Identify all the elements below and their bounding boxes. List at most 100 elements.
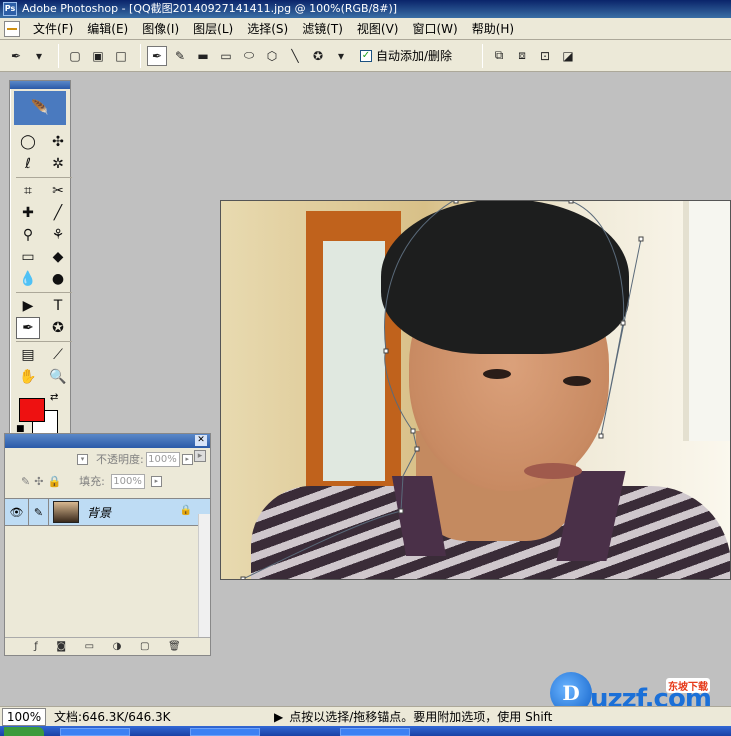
- foreground-color-swatch[interactable]: [19, 398, 45, 422]
- exclude-shape-icon[interactable]: ◪: [558, 46, 578, 66]
- palette-menu-icon[interactable]: ▸: [194, 450, 206, 462]
- layer-row-background[interactable]: 👁 ✎ 背景 🔒: [5, 498, 210, 526]
- toolbox-title-bar[interactable]: [10, 81, 70, 89]
- menu-edit[interactable]: 编辑(E): [80, 18, 135, 40]
- tool-grid: ◯ ✣ ℓ ✲ ⌗ ✂ ✚ ╱ ⚲ ⚘ ▭ ◆ 💧 ● ▶ T ✒ ✪ ▤ ⟋ ✋ 🔍: [10, 127, 72, 388]
- start-button[interactable]: [4, 727, 44, 736]
- delete-layer-icon[interactable]: 🗑: [168, 641, 181, 652]
- menu-window[interactable]: 窗口(W): [405, 18, 464, 40]
- menu-help[interactable]: 帮助(H): [465, 18, 521, 40]
- eyedropper-icon[interactable]: ⟋: [46, 344, 70, 366]
- swap-colors-icon[interactable]: ⇄: [50, 392, 58, 403]
- options-bar: ✒ ▾ ▢ ▣ □ ✒ ✎ ▬ ▭ ⬭ ⬡ ╲ ✪ ▾ ✓ 自动添加/删除 ⧉ …: [0, 40, 731, 72]
- ellipse-icon[interactable]: ⬭: [239, 46, 259, 66]
- marquee-icon[interactable]: ◯: [16, 131, 40, 153]
- new-group-icon[interactable]: ▭: [85, 641, 94, 652]
- feather-logo-icon[interactable]: 🪶: [14, 91, 66, 125]
- taskbar-item[interactable]: [190, 728, 260, 736]
- healing-icon[interactable]: ✚: [16, 202, 40, 224]
- opacity-label: 不透明度:: [96, 453, 144, 466]
- add-mask-icon[interactable]: ◙: [56, 641, 66, 652]
- tool-separator: [16, 292, 72, 293]
- menu-view[interactable]: 视图(V): [350, 18, 406, 40]
- notes-icon[interactable]: ▤: [16, 344, 40, 366]
- magic-wand-icon[interactable]: ✲: [46, 153, 70, 175]
- fill-slider-icon[interactable]: ▸: [150, 475, 162, 487]
- lock-fill-row: ✎ ✣ 🔒 填充: 100% ▸: [5, 470, 210, 492]
- visibility-eye-icon[interactable]: 👁: [5, 499, 29, 525]
- shape-dropdown-icon[interactable]: ▾: [331, 46, 351, 66]
- adjustment-layer-icon[interactable]: ◑: [113, 641, 122, 652]
- taskbar-item[interactable]: [340, 728, 410, 736]
- checkbox-checked-icon[interactable]: ✓: [360, 49, 372, 62]
- lock-brush-icon[interactable]: ✎: [21, 475, 30, 488]
- move-icon[interactable]: ✣: [46, 131, 70, 153]
- pen-path-overlay[interactable]: [221, 201, 731, 580]
- layer-brush-icon[interactable]: ✎: [29, 499, 49, 525]
- path-select-icon[interactable]: ▶: [16, 295, 40, 317]
- tool-separator: [16, 177, 72, 178]
- new-layer-icon[interactable]: ▢: [140, 641, 149, 652]
- add-to-shape-icon[interactable]: ⧉: [489, 46, 509, 66]
- document-icon[interactable]: [4, 20, 20, 37]
- lasso-icon[interactable]: ℓ: [16, 153, 40, 175]
- fill-pixels-icon[interactable]: □: [111, 46, 131, 66]
- title-bar: Ps Adobe Photoshop - [QQ截图20140927141411…: [0, 0, 731, 18]
- rounded-rectangle-icon[interactable]: ▭: [216, 46, 236, 66]
- intersect-shape-icon[interactable]: ⊡: [535, 46, 555, 66]
- lock-move-icon[interactable]: ✣: [34, 475, 43, 488]
- blur-icon[interactable]: 💧: [16, 268, 40, 290]
- slice-icon[interactable]: ✂: [46, 180, 70, 202]
- line-icon[interactable]: ╲: [285, 46, 305, 66]
- pen-tool-icon[interactable]: ✒: [147, 45, 167, 66]
- clone-stamp-icon[interactable]: ⚲: [16, 224, 40, 246]
- subtract-shape-icon[interactable]: ⧈: [512, 46, 532, 66]
- auto-add-delete-checkbox[interactable]: ✓ 自动添加/删除: [360, 47, 452, 64]
- opacity-row: ▸ ▾ 不透明度: 100% ▸: [5, 448, 210, 470]
- play-arrow-icon[interactable]: ▶: [274, 710, 283, 724]
- hand-icon[interactable]: ✋: [16, 366, 40, 388]
- lock-all-icon[interactable]: 🔒: [47, 475, 61, 488]
- status-hint: ▶ 点按以选择/拖移锚点。要用附加选项，使用 Shift: [274, 708, 552, 725]
- tool-preset-pen-icon[interactable]: ✒: [6, 46, 26, 66]
- zoom-icon[interactable]: 🔍: [46, 366, 70, 388]
- history-brush-icon[interactable]: ⚘: [46, 224, 70, 246]
- layers-scrollbar[interactable]: [198, 514, 210, 638]
- dodge-icon[interactable]: ●: [46, 268, 70, 290]
- eraser-icon[interactable]: ▭: [16, 246, 40, 268]
- photoshop-window: Ps Adobe Photoshop - [QQ截图20140927141411…: [0, 0, 731, 736]
- opacity-slider-icon[interactable]: ▸: [181, 453, 193, 465]
- custom-shape-icon[interactable]: ✪: [46, 317, 70, 339]
- fill-label: 填充:: [79, 475, 105, 488]
- crop-icon[interactable]: ⌗: [16, 180, 40, 202]
- freeform-pen-icon[interactable]: ✎: [170, 46, 190, 66]
- paths-icon[interactable]: ▣: [88, 46, 108, 66]
- blend-mode-dropdown-icon[interactable]: ▾: [77, 453, 88, 465]
- close-icon[interactable]: ✕: [195, 435, 207, 446]
- zoom-input[interactable]: 100%: [2, 707, 46, 726]
- fill-input[interactable]: 100%: [110, 473, 145, 489]
- window-title: Adobe Photoshop - [QQ截图20140927141411.jp…: [22, 2, 398, 15]
- layer-style-icon[interactable]: ƒ: [34, 641, 38, 652]
- opacity-input[interactable]: 100%: [145, 451, 180, 467]
- menu-filter[interactable]: 滤镜(T): [295, 18, 350, 40]
- custom-shape-icon[interactable]: ✪: [308, 46, 328, 66]
- document-size: 文档:646.3K/646.3K: [54, 710, 171, 724]
- menu-file[interactable]: 文件(F): [26, 18, 80, 40]
- rectangle-icon[interactable]: ▬: [193, 46, 213, 66]
- paint-bucket-icon[interactable]: ◆: [46, 246, 70, 268]
- taskbar-item[interactable]: [60, 728, 130, 736]
- polygon-icon[interactable]: ⬡: [262, 46, 282, 66]
- type-icon[interactable]: T: [46, 295, 70, 317]
- layers-title-bar[interactable]: ✕: [5, 434, 210, 448]
- preset-dropdown-icon[interactable]: ▾: [29, 46, 49, 66]
- shape-layers-icon[interactable]: ▢: [65, 46, 85, 66]
- document-canvas[interactable]: [220, 200, 731, 580]
- menu-layer[interactable]: 图层(L): [186, 18, 240, 40]
- brush-icon[interactable]: ╱: [46, 202, 70, 224]
- separator: [140, 43, 141, 68]
- ps-icon: Ps: [3, 2, 17, 16]
- menu-image[interactable]: 图像(I): [135, 18, 186, 40]
- menu-select[interactable]: 选择(S): [240, 18, 295, 40]
- pen-icon[interactable]: ✒: [16, 317, 40, 339]
